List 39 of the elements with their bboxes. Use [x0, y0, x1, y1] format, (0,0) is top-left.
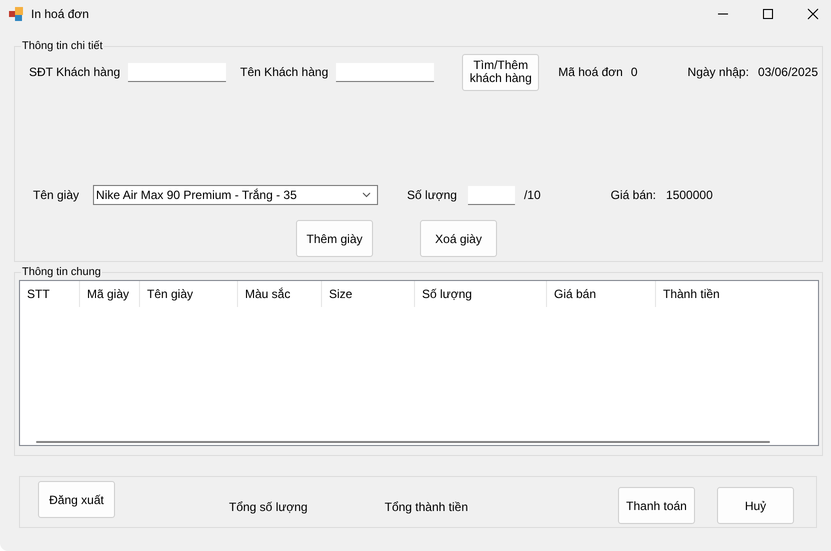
- shoe-label: Tên giày: [33, 188, 80, 202]
- quantity-max: /10: [524, 188, 541, 202]
- window-title: In hoá đơn: [31, 7, 89, 21]
- date-label: Ngày nhập:: [688, 65, 749, 79]
- phone-label: SĐT Khách hàng: [29, 65, 120, 79]
- column-header[interactable]: Tên giày: [140, 281, 238, 307]
- invoice-label: Mã hoá đơn: [558, 65, 623, 79]
- column-header[interactable]: STT: [20, 281, 80, 307]
- chevron-icon: [362, 192, 372, 198]
- total-quantity-label: Tổng số lượng: [229, 500, 308, 514]
- cancel-button[interactable]: Huỷ: [717, 487, 794, 524]
- find-customer-button[interactable]: Tìm/Thêm khách hàng: [462, 54, 540, 90]
- date-value: 03/06/2025: [758, 65, 818, 79]
- add-shoe-button[interactable]: Thêm giày: [296, 220, 373, 257]
- column-header[interactable]: Thành tiền: [656, 281, 816, 307]
- maximize-icon[interactable]: [762, 8, 774, 20]
- horizontal-scrollbar[interactable]: [36, 441, 770, 443]
- close-icon[interactable]: [807, 8, 819, 20]
- price-value: 1500000: [666, 188, 713, 202]
- app-icon: [9, 7, 23, 21]
- group-title: Thông tin chung: [21, 266, 102, 278]
- logout-button[interactable]: Đăng xuất: [38, 481, 115, 518]
- price-label: Giá bán:: [610, 188, 656, 202]
- column-header[interactable]: Mã giày: [80, 281, 140, 307]
- phone-field[interactable]: [128, 62, 226, 82]
- customer-name-field[interactable]: [336, 62, 434, 82]
- shoe-dropdown[interactable]: Nike Air Max 90 Premium - Trắng - 35: [93, 185, 378, 205]
- pay-button[interactable]: Thanh toán: [618, 487, 695, 524]
- total-amount-label: Tổng thành tiền: [384, 500, 468, 514]
- customer-name-label: Tên Khách hàng: [240, 65, 328, 79]
- column-header[interactable]: Màu sắc: [238, 281, 322, 307]
- group-title: Thông tin chi tiết: [21, 40, 104, 52]
- column-header[interactable]: Số lượng: [415, 281, 547, 307]
- quantity-field[interactable]: [468, 186, 515, 204]
- quantity-label: Số lượng: [407, 188, 457, 202]
- remove-shoe-button[interactable]: Xoá giày: [420, 220, 497, 257]
- column-header[interactable]: Giá bán: [547, 281, 656, 307]
- column-header[interactable]: Size: [322, 281, 415, 307]
- invoice-value: 0: [630, 65, 638, 79]
